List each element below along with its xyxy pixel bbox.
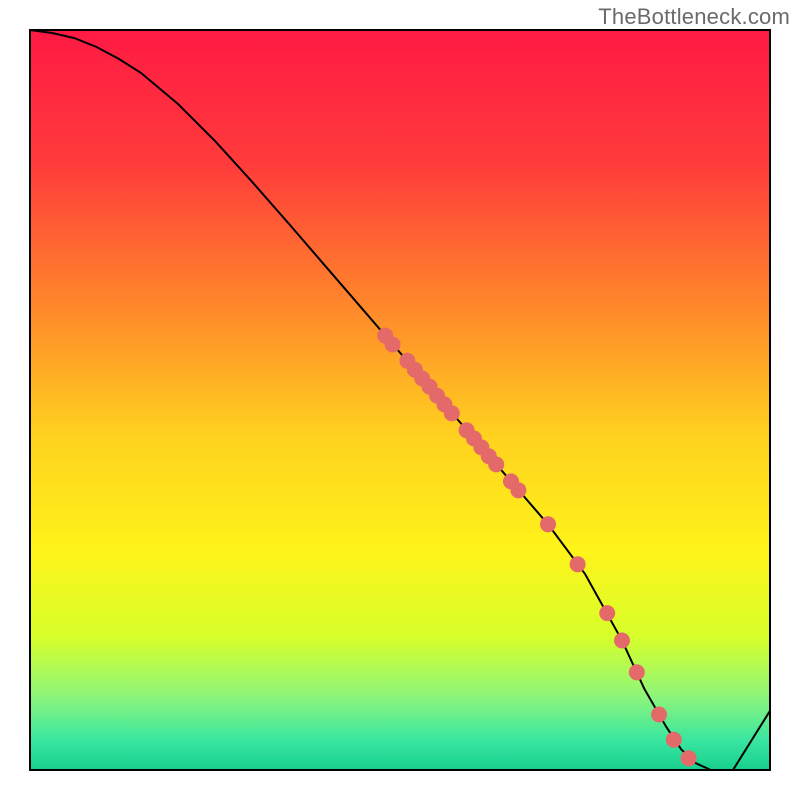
watermark-text: TheBottleneck.com: [598, 4, 790, 30]
data-point: [488, 456, 504, 472]
data-point: [629, 664, 645, 680]
data-point: [385, 337, 401, 353]
data-point: [570, 556, 586, 572]
bottleneck-chart: [0, 0, 800, 800]
gradient-background: [30, 30, 770, 770]
data-point: [510, 482, 526, 498]
data-point: [666, 732, 682, 748]
data-point: [540, 516, 556, 532]
data-point: [651, 707, 667, 723]
data-point: [681, 750, 697, 766]
data-point: [444, 405, 460, 421]
chart-container: TheBottleneck.com: [0, 0, 800, 800]
data-point: [599, 605, 615, 621]
data-point: [614, 633, 630, 649]
